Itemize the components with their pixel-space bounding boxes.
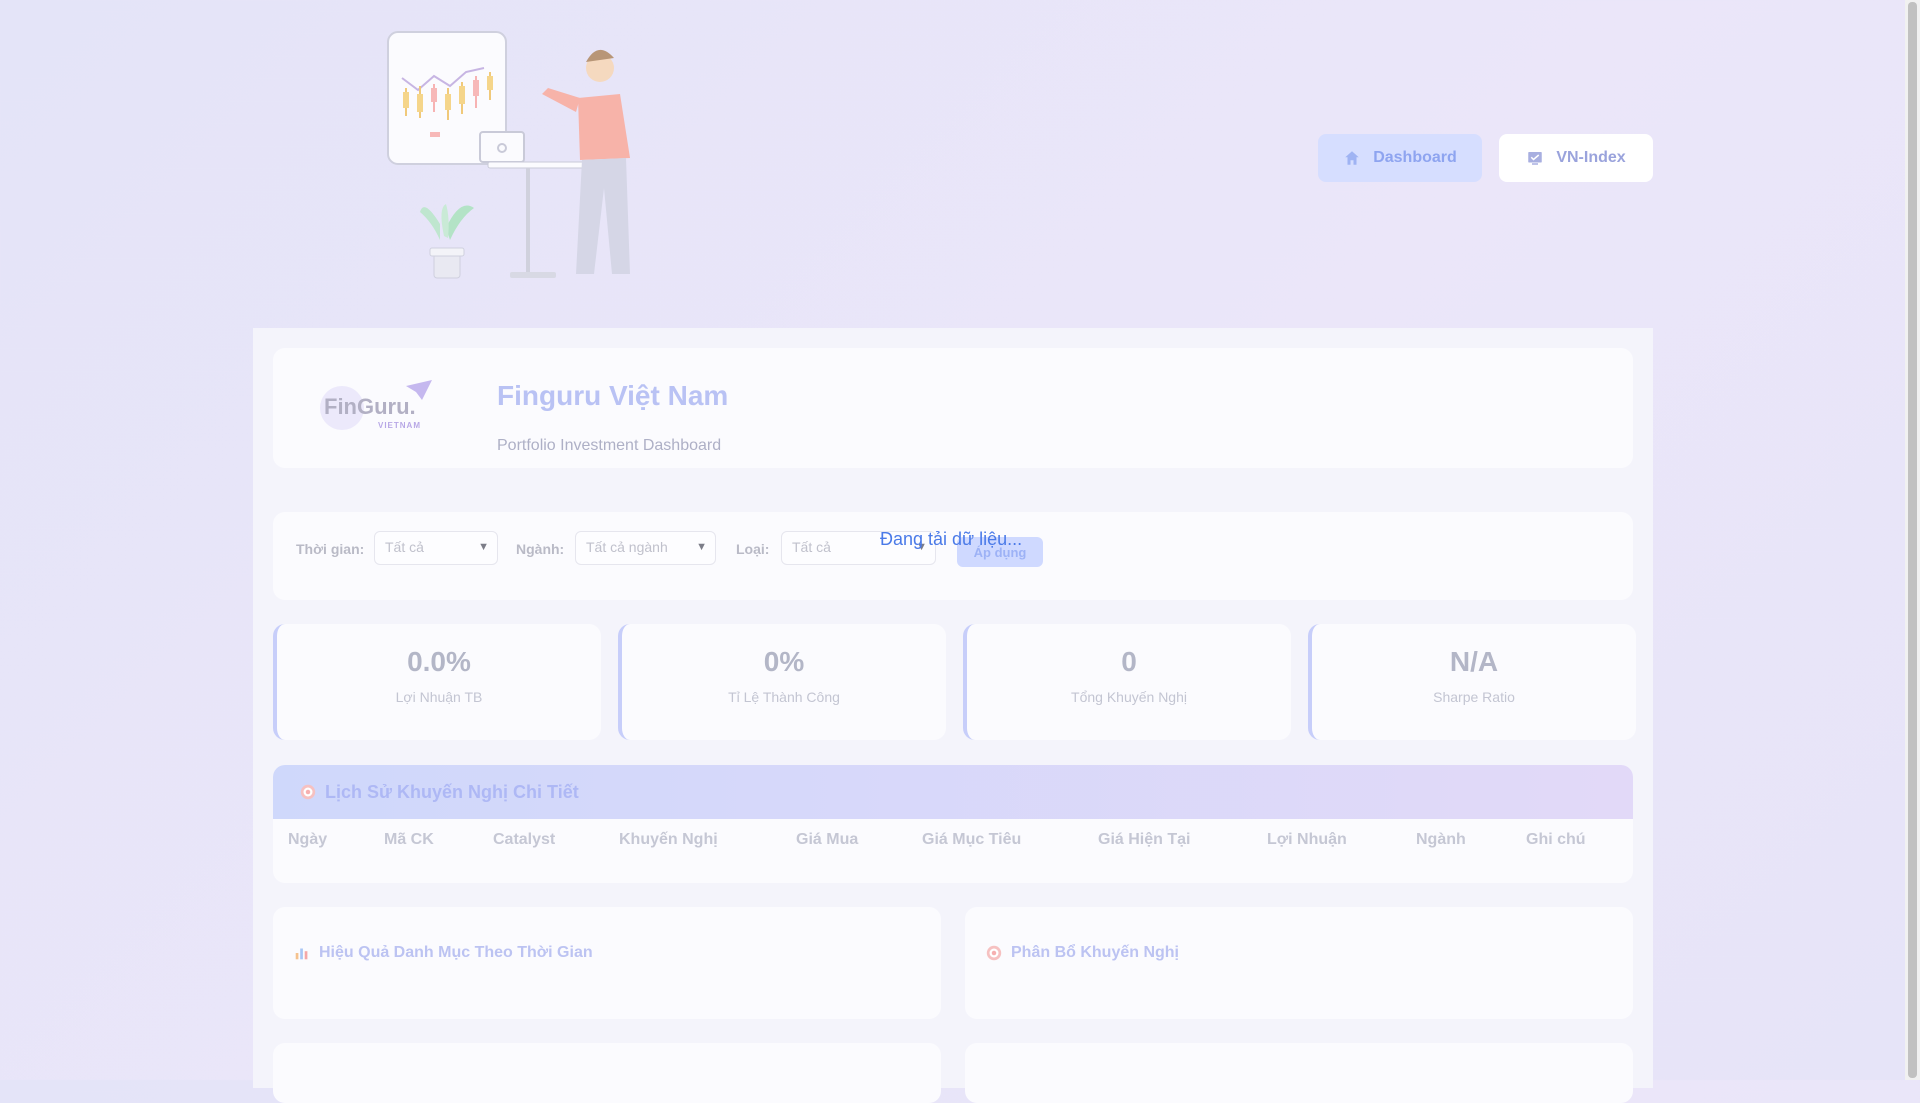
stat-card-avg-return: 0.0% Lợi Nhuận TB (273, 624, 601, 740)
sector-filter-label: Ngành: (516, 541, 565, 557)
vnindex-nav-button[interactable]: VN-Index (1499, 134, 1653, 182)
column-header[interactable]: Mã CK (384, 831, 434, 849)
stat-card-total-recommendations: 0 Tổng Khuyến Nghị (963, 624, 1291, 740)
column-header[interactable]: Lợi Nhuận (1267, 831, 1347, 849)
column-header[interactable]: Catalyst (493, 831, 555, 849)
type-filter-value: Tất cả (792, 539, 831, 555)
stat-label: Tỉ Lệ Thành Công (728, 689, 840, 705)
time-filter-label: Thời gian: (296, 541, 365, 557)
target-icon (300, 784, 316, 800)
recommendation-distribution-card: Phân Bổ Khuyến Nghị (965, 907, 1633, 1019)
finguru-logo: FinGuru. VIETNAM (320, 380, 432, 430)
brand-title: Finguru Việt Nam (497, 380, 729, 411)
brand-subtitle: Portfolio Investment Dashboard (497, 437, 722, 454)
stat-value: 0% (763, 646, 805, 677)
sector-filter-select[interactable]: Tất cả ngành ▼ (575, 531, 716, 565)
stat-value: 0.0% (407, 646, 471, 677)
loading-indicator: Đang tải dữ liệu... (880, 529, 1023, 549)
stat-card-sharpe-ratio: N/A Sharpe Ratio (1308, 624, 1636, 740)
stat-value: 0 (1121, 646, 1137, 677)
time-filter-value: Tất cả (385, 539, 424, 555)
scrollbar-thumb[interactable] (1908, 2, 1917, 1078)
brand-header: FinGuru. VIETNAM Finguru Việt Nam Portfo… (273, 348, 1633, 468)
distribution-chart-title-row: Phân Bổ Khuyến Nghị (985, 944, 1179, 962)
performance-chart-title-row: Hiệu Quả Danh Mục Theo Thời Gian (293, 944, 593, 962)
column-header[interactable]: Giá Hiện Tại (1098, 831, 1190, 849)
svg-text:FinGuru.: FinGuru. (324, 394, 416, 419)
time-filter-select[interactable]: Tất cả ▼ (374, 531, 498, 565)
home-icon (1345, 151, 1359, 165)
type-filter-label: Loại: (736, 541, 770, 557)
bottom-card-left (273, 1043, 941, 1103)
target-icon (986, 945, 1002, 961)
chevron-down-icon: ▼ (696, 541, 707, 553)
table-column-headers: Ngày Mã CK Catalyst Khuyến Nghị Giá Mua … (273, 819, 1633, 863)
portfolio-performance-card: Hiệu Quả Danh Mục Theo Thời Gian (273, 907, 941, 1019)
stat-label: Tổng Khuyến Nghị (1071, 689, 1187, 705)
chevron-down-icon: ▼ (478, 541, 489, 553)
sector-filter-value: Tất cả ngành (586, 539, 668, 555)
performance-chart-title: Hiệu Quả Danh Mục Theo Thời Gian (319, 944, 593, 961)
chart-check-icon (1528, 152, 1543, 165)
main-panel: FinGuru. VIETNAM Finguru Việt Nam Portfo… (253, 328, 1653, 1103)
stat-label: Sharpe Ratio (1433, 689, 1515, 705)
stat-value: N/A (1449, 646, 1499, 677)
stat-label: Lợi Nhuận TB (395, 689, 483, 705)
column-header[interactable]: Ngày (288, 831, 327, 849)
recommendation-history-table: Lịch Sử Khuyến Nghị Chi Tiết Ngày Mã CK … (273, 765, 1633, 883)
stat-card-success-rate: 0% Tỉ Lệ Thành Công (618, 624, 946, 740)
column-header[interactable]: Ngành (1416, 831, 1466, 849)
column-header[interactable]: Giá Mua (796, 831, 858, 849)
distribution-chart-title: Phân Bổ Khuyến Nghị (1011, 944, 1179, 961)
bar-chart-icon (295, 948, 308, 960)
column-header[interactable]: Giá Mục Tiêu (922, 831, 1021, 849)
page-scrollbar[interactable] (1905, 0, 1920, 1080)
column-header[interactable]: Ghi chú (1526, 831, 1586, 849)
filter-bar: Thời gian: Tất cả ▼ Ngành: Tất cả ngành … (273, 512, 1633, 600)
table-header: Lịch Sử Khuyến Nghị Chi Tiết (273, 765, 1633, 819)
table-title: Lịch Sử Khuyến Nghị Chi Tiết (325, 781, 579, 802)
dashboard-nav-label: Dashboard (1373, 149, 1457, 166)
vnindex-nav-label: VN-Index (1556, 149, 1626, 166)
hero-illustration (387, 31, 630, 279)
svg-text:VIETNAM: VIETNAM (378, 421, 421, 430)
column-header[interactable]: Khuyến Nghị (619, 831, 718, 849)
bottom-card-right (965, 1043, 1633, 1103)
dashboard-nav-button[interactable]: Dashboard (1318, 134, 1482, 182)
